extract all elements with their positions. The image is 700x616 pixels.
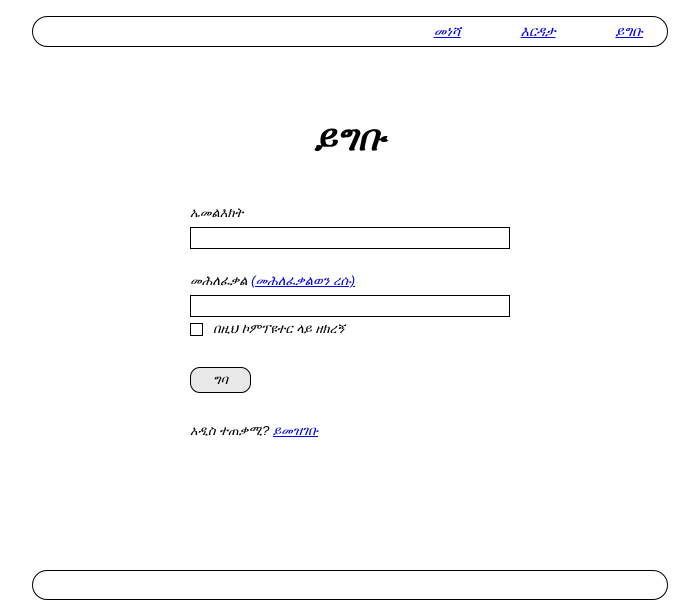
footer-bar <box>32 570 668 600</box>
nav-link-help[interactable]: እርዳታ <box>521 23 556 40</box>
register-link[interactable]: ይመዝገቡ <box>273 423 318 438</box>
email-label: ኤመልእክት <box>190 205 510 221</box>
register-row: አዲስ ተጠቃሚ? ይመዝገቡ <box>190 423 510 439</box>
remember-row: በዚህ ኮምፕዩተር ላይ ዘክረኝ <box>190 321 510 337</box>
top-nav: መነሻ እርዳታ ይግቡ <box>32 16 668 47</box>
password-field-group: መሕለፈቃል (መሕለፈቃልወን ረሱ) <box>190 273 510 317</box>
page-title: ይግቡ <box>315 117 386 160</box>
email-field-group: ኤመልእክት <box>190 205 510 249</box>
login-form: ኤመልእክት መሕለፈቃል (መሕለፈቃልወን ረሱ) በዚህ ኮምፕዩተር ላ… <box>190 205 510 439</box>
password-input[interactable] <box>190 295 510 317</box>
remember-checkbox[interactable] <box>190 323 203 336</box>
nav-link-login[interactable]: ይግቡ <box>615 23 643 40</box>
register-prompt: አዲስ ተጠቃሚ? <box>190 423 273 438</box>
password-label: መሕለፈቃል (መሕለፈቃልወን ረሱ) <box>190 273 510 289</box>
submit-button[interactable]: ግባ <box>190 367 251 393</box>
password-label-text: መሕለፈቃል <box>190 273 251 288</box>
main-content: ይግቡ ኤመልእክት መሕለፈቃል (መሕለፈቃልወን ረሱ) በዚህ ኮምፕዩ… <box>0 117 700 439</box>
nav-link-home[interactable]: መነሻ <box>434 23 461 40</box>
forgot-password-link[interactable]: (መሕለፈቃልወን ረሱ) <box>251 273 355 288</box>
email-input[interactable] <box>190 227 510 249</box>
remember-label: በዚህ ኮምፕዩተር ላይ ዘክረኝ <box>213 321 345 337</box>
